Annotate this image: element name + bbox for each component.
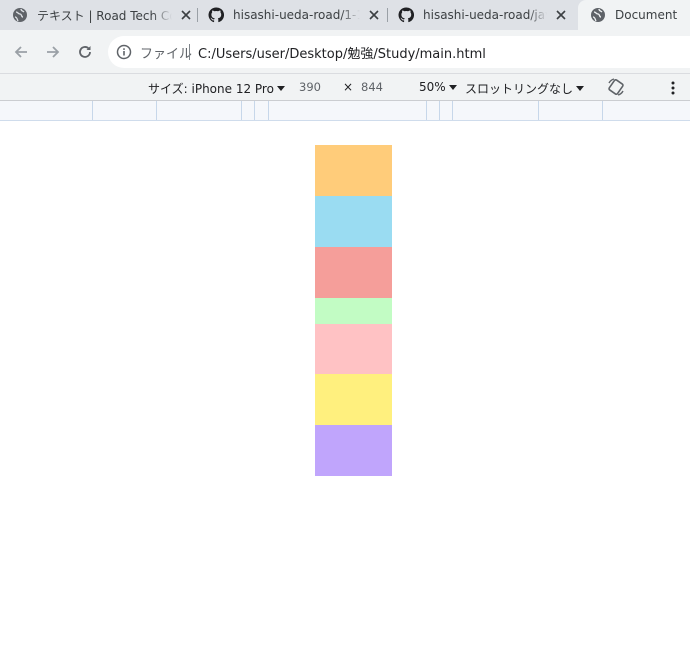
reload-button[interactable] [73,40,97,64]
tab-title: hisashi-ueda-road/1-1 [233,8,360,22]
color-box-red [315,247,392,298]
github-icon [398,7,415,23]
reload-icon [79,46,91,58]
info-icon[interactable] [116,44,132,60]
url-text[interactable]: C:/Users/user/Desktop/勉強/Study/main.html [198,43,486,62]
ruler-tick [92,101,93,120]
tab-document[interactable]: Document [578,0,690,30]
color-box-stack [315,145,392,476]
scheme-label: ファイル [140,47,193,62]
ruler-tick [452,101,453,120]
ruler-tick [156,101,157,120]
times-label: × [343,80,354,94]
caret-down-icon [448,84,457,90]
width-input[interactable]: 390 [299,80,321,94]
caret-down-icon [276,86,285,91]
zoom-select[interactable]: 50% [419,80,457,94]
close-icon[interactable] [366,7,382,23]
device-viewport [0,121,690,671]
tab-strip: テキスト | Road Tech Coll hisashi-ueda-road/… [0,0,690,30]
color-box-green [315,298,392,324]
tab-github-1-1[interactable]: hisashi-ueda-road/1-1 [208,0,382,30]
device-select[interactable]: サイズ: iPhone 12 Pro [148,80,285,97]
media-query-ruler[interactable] [0,101,690,121]
more-options-button[interactable] [668,80,678,96]
color-box-pink [315,324,392,374]
throttle-label: スロットリングなし [465,82,574,96]
close-icon[interactable] [178,7,194,23]
github-icon [208,7,225,23]
throttle-select[interactable]: スロットリングなし [465,80,585,97]
more-vert-icon [671,81,675,95]
back-button[interactable] [9,40,33,64]
tab-github-java[interactable]: hisashi-ueda-road/java [398,0,569,30]
ruler-tick [241,101,242,120]
rotate-button[interactable] [606,77,626,97]
tab-title: テキスト | Road Tech Coll [37,8,172,23]
close-icon[interactable] [553,7,569,23]
tab-title: Document [615,8,678,22]
color-box-orange [315,145,392,196]
tab-separator [197,8,198,22]
zoom-label: 50% [419,80,446,94]
arrow-left-icon [14,46,27,58]
tab-title: hisashi-ueda-road/java [423,8,547,22]
device-label: サイズ: iPhone 12 Pro [148,82,274,96]
ruler-tick [538,101,539,120]
browser-toolbar: ファイル C:/Users/user/Desktop/勉強/Study/main… [0,30,690,74]
ruler-tick [439,101,440,120]
ruler-tick [426,101,427,120]
color-box-purple [315,425,392,476]
tab-road-tech[interactable]: テキスト | Road Tech Coll [12,0,194,30]
ruler-tick [268,101,269,120]
color-box-blue [315,196,392,247]
color-box-yellow [315,374,392,425]
forward-button[interactable] [41,40,65,64]
arrow-right-icon [47,46,60,58]
ruler-tick [602,101,603,120]
device-toolbar: サイズ: iPhone 12 Pro 390 × 844 50% スロットリング… [0,74,690,101]
caret-down-icon [576,86,585,91]
rotate-icon [608,78,624,96]
tab-separator [387,8,388,22]
height-input[interactable]: 844 [361,80,383,94]
ruler-tick [254,101,255,120]
globe-icon [590,7,606,23]
divider [189,44,190,60]
address-bar[interactable]: ファイル C:/Users/user/Desktop/勉強/Study/main… [108,36,690,68]
globe-icon [12,7,28,23]
